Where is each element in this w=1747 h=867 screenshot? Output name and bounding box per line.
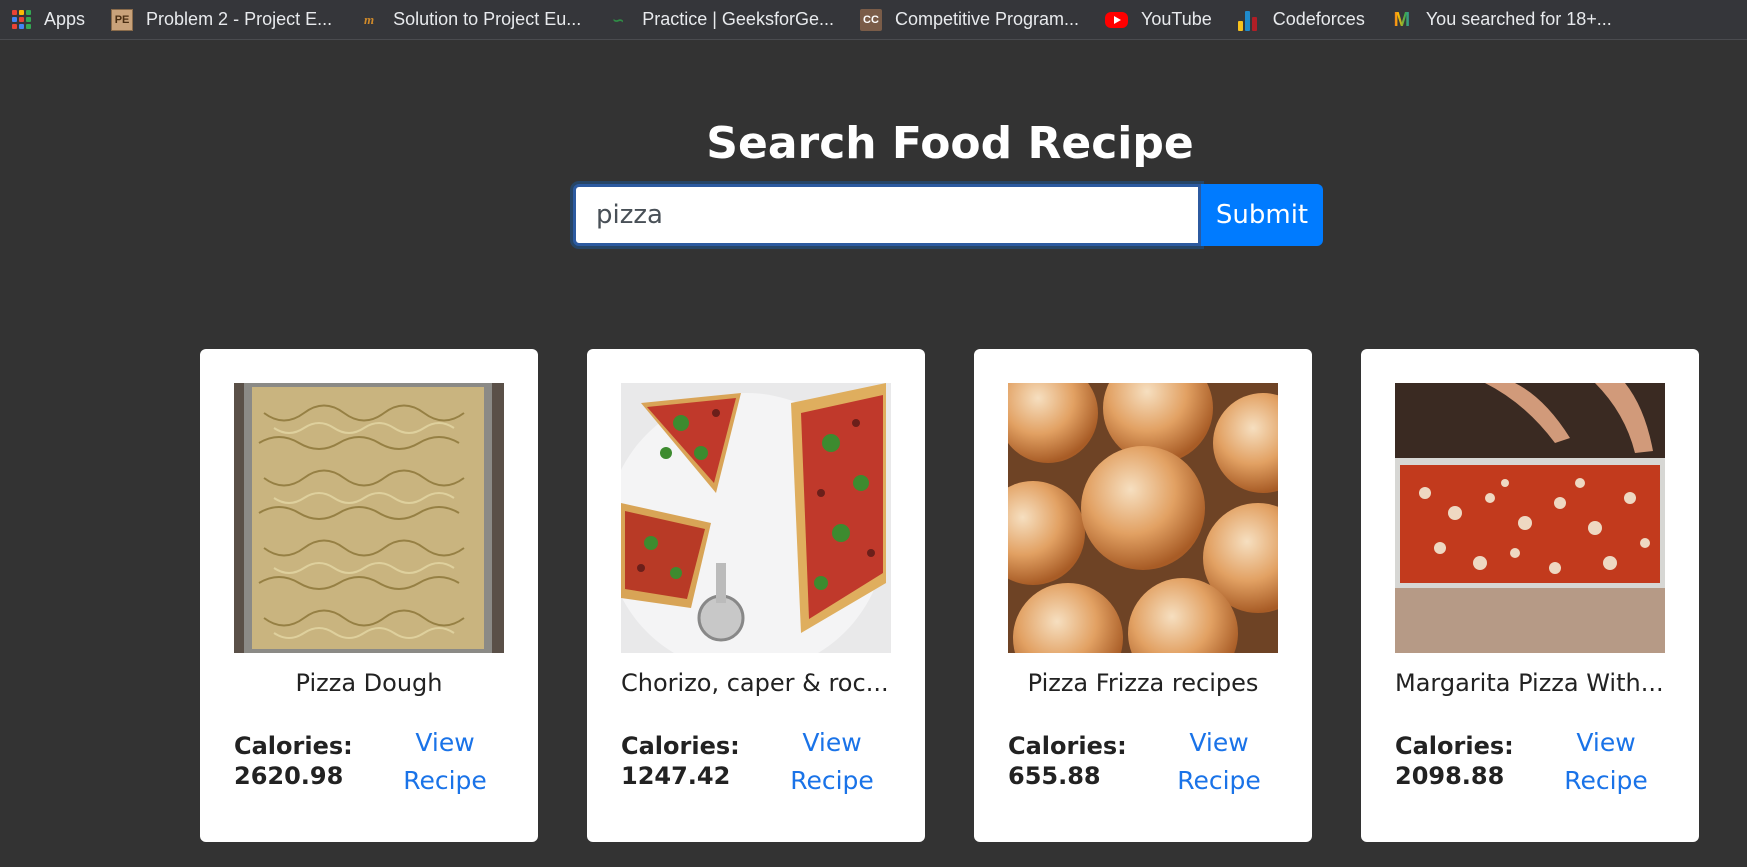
mathblog-icon: m <box>364 11 375 27</box>
recipe-name: Margarita Pizza With... <box>1395 669 1664 697</box>
bookmark-competitive-programming[interactable]: CC Competitive Program... <box>859 0 1080 39</box>
recipe-card: Pizza Dough Calories: 2620.98 View Recip… <box>200 349 538 842</box>
page-title: Search Food Recipe <box>706 118 1194 169</box>
recipe-card: Margarita Pizza With... Calories: 2098.8… <box>1361 349 1699 842</box>
apps-grid-icon <box>12 10 31 29</box>
recipe-card: Pizza Frizza recipes Calories: 655.88 Vi… <box>974 349 1312 842</box>
view-recipe-link[interactable]: View Recipe <box>777 724 887 800</box>
calories-value: 2620.98 <box>234 762 344 790</box>
bookmark-youtube[interactable]: YouTube <box>1105 0 1212 39</box>
calories-label: Calories: <box>1395 732 1514 760</box>
recipe-calories: Calories: 655.88 <box>1008 731 1158 791</box>
bookmark-label: Competitive Program... <box>894 9 1080 29</box>
cheese-pizza-image <box>1395 383 1665 653</box>
calories-label: Calories: <box>234 732 353 760</box>
calories-label: Calories: <box>1008 732 1127 760</box>
bookmark-label: You searched for 18+... <box>1425 9 1612 29</box>
bookmarks-bar: Apps PE Problem 2 - Project E... m Solut… <box>0 0 1747 40</box>
bookmark-label: Apps <box>44 9 86 29</box>
calories-value: 1247.42 <box>621 762 731 790</box>
project-euler-icon: PE <box>111 8 134 31</box>
recipe-image <box>1395 383 1665 653</box>
view-recipe-link[interactable]: View Recipe <box>390 724 500 800</box>
dough-balls-image <box>1008 383 1278 653</box>
bookmark-solution-project-euler[interactable]: m Solution to Project Eu... <box>358 0 582 39</box>
bookmark-label: Problem 2 - Project E... <box>146 9 333 29</box>
m-logo-icon: M <box>1391 9 1413 31</box>
flatbread-image <box>234 383 504 653</box>
recipe-calories: Calories: 2620.98 <box>234 731 384 791</box>
geeksforgeeks-icon: ∽ <box>612 11 625 28</box>
recipe-name: Chorizo, caper & roc... <box>621 669 889 697</box>
recipe-card: Chorizo, caper & roc... Calories: 1247.4… <box>587 349 925 842</box>
recipe-name: Pizza Frizza recipes <box>1027 669 1259 697</box>
calories-value: 2098.88 <box>1395 762 1505 790</box>
recipe-calories: Calories: 2098.88 <box>1395 731 1545 791</box>
view-recipe-link[interactable]: View Recipe <box>1164 724 1274 800</box>
calories-value: 655.88 <box>1008 762 1101 790</box>
bookmark-apps[interactable]: Apps <box>12 0 86 39</box>
bookmark-codeforces[interactable]: Codeforces <box>1237 0 1365 39</box>
bookmark-label: YouTube <box>1141 9 1212 29</box>
recipe-image <box>234 383 504 653</box>
bookmark-project-euler[interactable]: PE Problem 2 - Project E... <box>111 0 333 39</box>
recipe-image <box>621 383 891 653</box>
bookmark-geeksforgeeks[interactable]: ∽ Practice | GeeksforGe... <box>607 0 834 39</box>
submit-button[interactable]: Submit <box>1201 184 1323 246</box>
search-form: Submit <box>573 184 1323 246</box>
search-input[interactable] <box>573 184 1201 246</box>
recipe-name: Pizza Dough <box>295 669 443 697</box>
bookmark-label: Solution to Project Eu... <box>393 9 582 29</box>
recipe-calories: Calories: 1247.42 <box>621 731 771 791</box>
pizza-slices-image <box>621 383 891 653</box>
view-recipe-link[interactable]: View Recipe <box>1551 724 1661 800</box>
codechef-icon: CC <box>859 8 882 31</box>
youtube-icon <box>1105 11 1129 28</box>
bookmark-label: Practice | GeeksforGe... <box>642 9 834 29</box>
bookmark-label: Codeforces <box>1272 9 1365 29</box>
bookmark-you-searched[interactable]: M You searched for 18+... <box>1391 0 1612 39</box>
codeforces-icon <box>1237 9 1260 31</box>
calories-label: Calories: <box>621 732 740 760</box>
recipe-image <box>1008 383 1278 653</box>
